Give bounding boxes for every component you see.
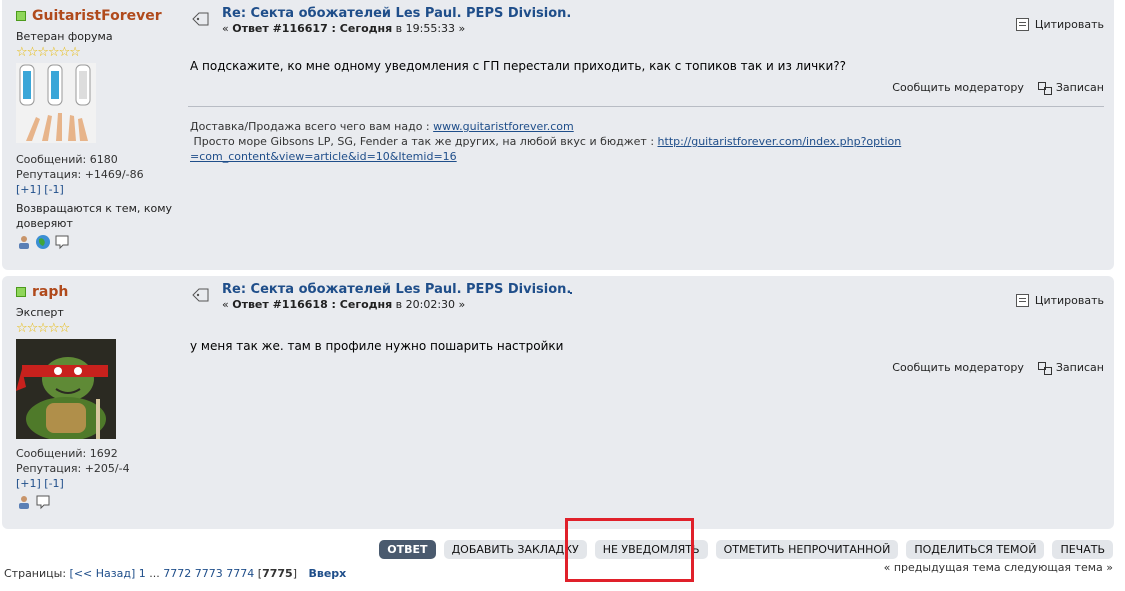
pagination: Страницы: [<< Назад] 1 ... 7772 7773 777… bbox=[4, 567, 347, 580]
post-message: у меня так же. там в профиле нужно пошар… bbox=[190, 339, 564, 353]
pagination-page-7773[interactable]: 7773 bbox=[195, 567, 223, 580]
profile-icon[interactable] bbox=[16, 494, 32, 510]
mark-unread-button[interactable]: ОТМЕТИТЬ НЕПРОЧИТАННОЙ bbox=[715, 540, 899, 559]
reply-button[interactable]: ОТВЕТ bbox=[379, 540, 436, 559]
rank-stars: ☆☆☆☆☆ bbox=[16, 321, 70, 336]
logged-ip-icon bbox=[1037, 81, 1052, 95]
avatar bbox=[16, 339, 176, 442]
quote-button[interactable]: Цитировать bbox=[1015, 18, 1104, 31]
reputation-vote-links[interactable]: [+1] [-1] bbox=[16, 182, 176, 197]
rank-stars: ☆☆☆☆☆☆ bbox=[16, 45, 81, 60]
pagination-page-7772[interactable]: 7772 bbox=[163, 567, 191, 580]
logged-ip-icon bbox=[1037, 361, 1052, 375]
post-meta: « Ответ #116617 : Сегодня в 19:55:33 » bbox=[222, 22, 466, 35]
report-to-moderator-link[interactable]: Сообщить модератору bbox=[892, 361, 1024, 374]
highlight-annotation-box bbox=[565, 518, 694, 582]
post-subject-link[interactable]: Re: Секта обожателей Les Paul. PEPS Divi… bbox=[222, 6, 571, 21]
poster-name[interactable]: raph bbox=[32, 284, 68, 300]
post-subject-icon bbox=[192, 12, 209, 26]
post-2: raph Эксперт ☆☆☆☆☆ Сообщений: 1692 Репут… bbox=[2, 276, 1114, 529]
signature-link-site[interactable]: www.guitaristforever.com bbox=[433, 120, 574, 133]
personal-message-icon[interactable] bbox=[35, 494, 51, 510]
report-to-moderator-link[interactable]: Сообщить модератору bbox=[892, 81, 1024, 94]
poster-name[interactable]: GuitaristForever bbox=[32, 8, 162, 24]
online-status-icon bbox=[16, 287, 26, 297]
reputation-vote-links[interactable]: [+1] [-1] bbox=[16, 476, 176, 491]
logged-indicator: Записан bbox=[1037, 361, 1104, 375]
quote-icon bbox=[1015, 18, 1029, 31]
post-subject-icon bbox=[192, 288, 209, 302]
pagination-prev-link[interactable]: [<< Назад] bbox=[70, 567, 136, 580]
signature: Доставка/Продажа всего чего вам надо : w… bbox=[190, 120, 902, 163]
quote-icon bbox=[1015, 294, 1029, 307]
poster-custom-title: Возвращаются к тем, кому доверяют bbox=[16, 202, 173, 230]
personal-message-icon[interactable] bbox=[54, 234, 70, 250]
post-subject-link[interactable]: Re: Секта обожателей Les Paul. PEPS Divi… bbox=[222, 282, 571, 297]
quote-label: Цитировать bbox=[1034, 18, 1104, 31]
pagination-current-page: 7775 bbox=[262, 567, 293, 580]
poster-post-count: Сообщений: 6180 bbox=[16, 153, 118, 166]
signature-divider bbox=[188, 106, 1104, 107]
quote-label: Цитировать bbox=[1034, 294, 1104, 307]
share-topic-button[interactable]: ПОДЕЛИТЬСЯ ТЕМОЙ bbox=[906, 540, 1045, 559]
poster-post-count: Сообщений: 1692 bbox=[16, 447, 118, 460]
post-message: А подскажите, ко мне одному уведомления … bbox=[190, 59, 846, 73]
poster-group: Эксперт bbox=[16, 306, 64, 319]
poster-reputation: Репутация: +1469/-86 bbox=[16, 168, 144, 181]
print-button[interactable]: ПЕЧАТЬ bbox=[1052, 540, 1113, 559]
topic-navigation-links[interactable]: « предыдущая тема следующая тема » bbox=[884, 561, 1113, 574]
pagination-page-7774[interactable]: 7774 bbox=[226, 567, 254, 580]
quote-button[interactable]: Цитировать bbox=[1015, 294, 1104, 307]
poster-reputation: Репутация: +205/-4 bbox=[16, 462, 130, 475]
post-meta: « Ответ #116618 : Сегодня в 20:02:30 » bbox=[222, 298, 466, 311]
poster-info: raph Эксперт ☆☆☆☆☆ Сообщений: 1692 Репут… bbox=[16, 284, 176, 510]
poster-info: GuitaristForever Ветеран форума ☆☆☆☆☆☆ С… bbox=[16, 8, 176, 250]
profile-icon[interactable] bbox=[16, 234, 32, 250]
scroll-top-link[interactable]: Вверх bbox=[308, 567, 346, 580]
pagination-page-first[interactable]: 1 bbox=[139, 567, 146, 580]
online-status-icon bbox=[16, 11, 26, 21]
website-globe-icon[interactable] bbox=[35, 234, 51, 250]
pagination-label: Страницы: bbox=[4, 567, 67, 580]
post-1: GuitaristForever Ветеран форума ☆☆☆☆☆☆ С… bbox=[2, 0, 1114, 270]
poster-group: Ветеран форума bbox=[16, 30, 113, 43]
topic-action-bar: ОТВЕТ ДОБАВИТЬ ЗАКЛАДКУ НЕ УВЕДОМЛЯТЬ ОТ… bbox=[379, 540, 1113, 559]
logged-indicator: Записан bbox=[1037, 81, 1104, 95]
avatar bbox=[16, 63, 176, 146]
stray-dot bbox=[570, 292, 572, 294]
